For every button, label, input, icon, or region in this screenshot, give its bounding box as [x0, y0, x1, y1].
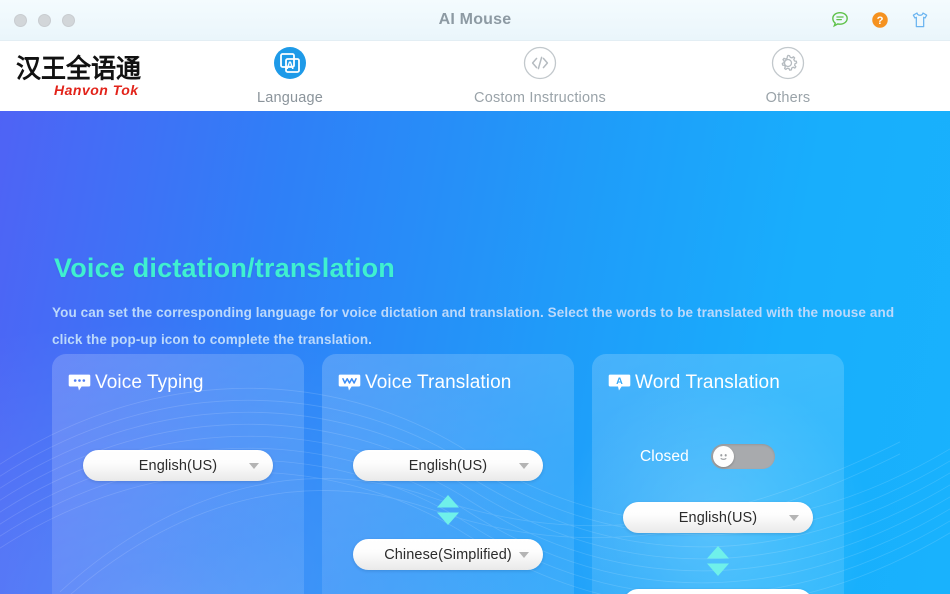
logo-english-text: Hanvon Tok [54, 81, 139, 98]
chevron-down-icon [519, 551, 529, 558]
card-word-translation-title: Word Translation [635, 372, 780, 393]
nav-items: A Language Costom Instructions Others [200, 41, 950, 111]
svg-text:?: ? [877, 15, 884, 27]
swap-languages-icon[interactable] [435, 493, 461, 527]
chevron-down-icon [789, 514, 799, 521]
svg-text:A: A [286, 60, 294, 72]
maximize-window-button[interactable] [62, 13, 75, 27]
window-title: AI Mouse [438, 11, 512, 28]
voice-translation-target-value: Chinese(Simplified) [384, 546, 512, 563]
speech-bubble-letter-a-icon: A [608, 373, 631, 393]
speech-bubble-dots-icon [68, 373, 91, 393]
tab-language[interactable]: A Language [205, 46, 375, 106]
card-word-translation: A Word Translation Closed English(US) [592, 354, 844, 594]
toggle-knob-face-icon [712, 446, 734, 467]
tab-costom-instructions[interactable]: Costom Instructions [455, 46, 625, 106]
tab-language-label: Language [256, 90, 324, 106]
page-description: You can set the corresponding language f… [52, 305, 895, 347]
tab-costom-instructions-label: Costom Instructions [474, 90, 606, 106]
voice-translation-source-value: English(US) [408, 457, 488, 474]
settings-cards: Voice Typing English(US) Voice Translati… [52, 354, 844, 594]
word-translation-toggle-switch[interactable] [710, 444, 775, 469]
word-translation-toggle-label: Closed [640, 447, 689, 465]
close-window-button[interactable] [14, 13, 27, 27]
word-translation-source-dropdown[interactable]: English(US) [623, 502, 813, 533]
voice-translation-target-dropdown[interactable]: Chinese(Simplified) [353, 539, 543, 570]
word-translation-source-value: English(US) [678, 509, 758, 526]
window-controls [14, 13, 75, 27]
voice-typing-language-value: English(US) [138, 457, 218, 474]
language-settings-panel: Voice dictation/translation You can set … [0, 111, 950, 594]
swap-languages-icon[interactable] [705, 544, 731, 578]
chevron-down-icon [249, 462, 259, 469]
titlebar-actions: ? [830, 0, 930, 40]
language-a-icon: A [273, 46, 307, 85]
card-voice-translation: Voice Translation English(US) Chinese(Si… [322, 354, 574, 594]
window-title-bar: AI Mouse ? [0, 0, 950, 41]
speech-bubble-wave-icon [338, 373, 361, 393]
tab-others[interactable]: Others [703, 46, 873, 106]
page-title: Voice dictation/translation [54, 253, 395, 283]
help-question-icon[interactable]: ? [870, 10, 890, 30]
card-voice-typing-header: Voice Typing [68, 372, 304, 394]
card-voice-translation-title: Voice Translation [365, 372, 512, 393]
app-logo: 汉王全语通 Hanvon Tok [16, 52, 186, 98]
card-voice-typing-title: Voice Typing [95, 372, 204, 393]
feedback-chat-icon[interactable] [830, 10, 850, 30]
minimize-window-button[interactable] [38, 13, 51, 27]
card-word-translation-header: A Word Translation [608, 372, 844, 394]
voice-typing-language-dropdown[interactable]: English(US) [83, 450, 273, 481]
shirt-icon[interactable] [910, 10, 930, 30]
voice-translation-source-dropdown[interactable]: English(US) [353, 450, 543, 481]
card-voice-translation-header: Voice Translation [338, 372, 574, 394]
logo-chinese-text: 汉王全语通 [16, 52, 142, 84]
gear-icon [771, 46, 805, 85]
chevron-down-icon [519, 462, 529, 469]
tab-others-label: Others [765, 90, 811, 106]
word-translation-target-dropdown[interactable]: Chinese(Simplified) [623, 589, 813, 594]
code-brackets-icon [523, 46, 557, 85]
word-translation-toggle-row: Closed [640, 444, 844, 469]
svg-text:A: A [616, 376, 623, 386]
main-navigation: 汉王全语通 Hanvon Tok A Language Costom Instr… [0, 41, 950, 111]
card-voice-typing: Voice Typing English(US) [52, 354, 304, 594]
